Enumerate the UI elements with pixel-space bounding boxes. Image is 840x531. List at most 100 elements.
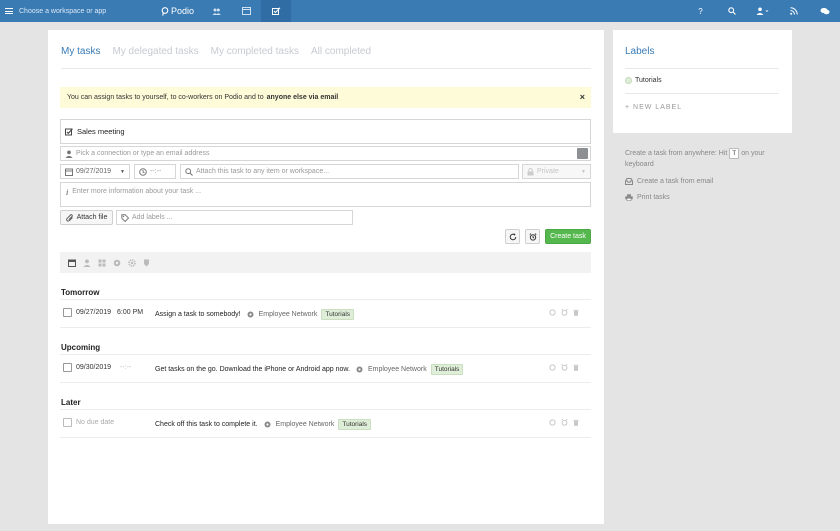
workspace-icon	[264, 421, 271, 428]
task-workspace-link[interactable]: Employee Network	[259, 311, 318, 318]
description-textarea[interactable]: i Enter more information about your task…	[60, 182, 591, 207]
task-workspace-link[interactable]: Employee Network	[276, 421, 335, 428]
refresh-icon[interactable]	[549, 364, 556, 371]
assignee-input[interactable]: Pick a connection or type an email addre…	[60, 146, 591, 161]
task-workspace-link[interactable]: Employee Network	[368, 366, 427, 373]
tasks-nav-button[interactable]	[261, 0, 292, 22]
section-heading-tomorrow: Tomorrow	[61, 288, 100, 297]
create-from-email-link[interactable]: Create a task from email	[625, 178, 713, 185]
workspace-icon	[247, 311, 254, 318]
tabs-divider	[61, 68, 591, 69]
label-color-dot	[625, 77, 632, 84]
address-book-icon[interactable]	[577, 148, 588, 159]
lock-icon	[527, 167, 534, 175]
filter-person-icon[interactable]	[83, 259, 91, 267]
print-tasks-label: Print tasks	[637, 194, 670, 201]
assign-notice: You can assign tasks to yourself, to co-…	[60, 87, 591, 108]
chat-icon	[820, 7, 829, 15]
refresh-icon	[509, 232, 516, 240]
tip-text-before: Create a task from anywhere: Hit	[625, 150, 728, 157]
due-date-input[interactable]: 09/27/2019 ▼	[60, 164, 130, 179]
search-button[interactable]	[716, 0, 747, 22]
filter-workspace-icon[interactable]	[113, 259, 121, 267]
workspace-switcher[interactable]: Choose a workspace or app	[0, 0, 154, 22]
filter-grid-icon[interactable]	[98, 259, 106, 267]
podio-logo-icon	[161, 6, 169, 16]
filter-label-icon[interactable]	[143, 259, 150, 267]
assignee-placeholder: Pick a connection or type an email addre…	[76, 150, 210, 157]
tab-my-delegated-tasks[interactable]: My delegated tasks	[112, 46, 198, 57]
tab-all-completed[interactable]: All completed	[311, 46, 371, 57]
notice-close-button[interactable]: ×	[580, 92, 585, 102]
filter-calendar-icon[interactable]	[68, 259, 76, 267]
checkbox-icon	[65, 127, 73, 135]
task-checkbox[interactable]	[63, 363, 72, 372]
alarm-icon[interactable]	[561, 419, 568, 426]
task-checkbox[interactable]	[63, 418, 72, 427]
tasks-panel: My tasks My delegated tasks My completed…	[48, 30, 604, 524]
task-title-link[interactable]: Assign a task to somebody!	[155, 311, 241, 318]
tab-my-completed-tasks[interactable]: My completed tasks	[211, 46, 299, 57]
people-icon	[212, 8, 221, 15]
labels-input[interactable]: Add labels ...	[116, 210, 353, 225]
task-label-tag[interactable]: Tutorials	[430, 364, 464, 375]
due-time-placeholder: --:--	[150, 168, 162, 175]
podio-logo[interactable]: Podio	[154, 0, 201, 22]
podio-logo-text: Podio	[171, 6, 195, 16]
create-task-button[interactable]: Create task	[545, 229, 591, 244]
task-date: No due date	[76, 419, 115, 426]
task-title-link[interactable]: Get tasks on the go. Download the iPhone…	[155, 366, 350, 373]
label-item-tutorials[interactable]: Tutorials	[625, 77, 662, 84]
task-date: 09/30/2019	[76, 364, 112, 371]
labels-panel: Labels Tutorials + NEW LABEL	[613, 30, 792, 133]
reference-input[interactable]: Attach this task to any item or workspac…	[180, 164, 519, 179]
task-title-value: Sales meeting	[77, 127, 125, 136]
task-title-input[interactable]: Sales meeting	[60, 119, 591, 144]
label-name: Tutorials	[635, 77, 662, 84]
repeat-button[interactable]	[505, 229, 520, 244]
help-icon: ?	[698, 6, 703, 16]
task-date: 09/27/2019	[76, 309, 112, 316]
refresh-icon[interactable]	[549, 419, 556, 426]
chat-button[interactable]	[809, 0, 840, 22]
contacts-nav-button[interactable]	[201, 0, 231, 22]
task-check-icon	[271, 7, 280, 15]
account-button[interactable]	[747, 0, 778, 22]
task-title-link[interactable]: Check off this task to complete it.	[155, 421, 258, 428]
help-button[interactable]: ?	[685, 0, 716, 22]
filter-gear-icon[interactable]	[128, 258, 136, 267]
task-filter-bar	[60, 252, 591, 273]
menu-icon[interactable]	[5, 8, 13, 14]
attach-file-button[interactable]: Attach file	[60, 210, 113, 225]
notice-email-link[interactable]: anyone else via email	[267, 94, 339, 101]
task-time: 6:00 PM	[117, 309, 144, 316]
new-label-button[interactable]: + NEW LABEL	[625, 104, 682, 111]
top-navigation-bar: Choose a workspace or app Podio ?	[0, 0, 840, 22]
chevron-down-icon: ▼	[581, 169, 586, 175]
labels-placeholder: Add labels ...	[132, 214, 173, 221]
trash-icon[interactable]	[573, 364, 579, 371]
private-label: Private	[537, 168, 559, 175]
labels-title: Labels	[625, 46, 655, 57]
info-icon: i	[66, 188, 69, 197]
task-label-tag[interactable]: Tutorials	[321, 309, 355, 320]
task-row: 09/27/2019 6:00 PM Assign a task to some…	[60, 299, 591, 328]
task-checkbox[interactable]	[63, 308, 72, 317]
activity-button[interactable]	[778, 0, 809, 22]
description-placeholder: Enter more information about your task .…	[72, 188, 202, 195]
print-tasks-link[interactable]: Print tasks	[625, 194, 670, 201]
rss-icon	[789, 7, 798, 15]
private-select[interactable]: Private ▼	[522, 164, 591, 179]
refresh-icon[interactable]	[549, 309, 556, 316]
reminder-button[interactable]	[525, 229, 540, 244]
trash-icon[interactable]	[573, 419, 579, 426]
task-label-tag[interactable]: Tutorials	[338, 419, 372, 430]
alarm-icon[interactable]	[561, 309, 568, 316]
calendar-nav-button[interactable]	[231, 0, 261, 22]
due-time-input[interactable]: --:--	[134, 164, 176, 179]
trash-icon[interactable]	[573, 309, 579, 316]
tab-my-tasks[interactable]: My tasks	[61, 46, 100, 57]
attach-file-label: Attach file	[76, 214, 108, 221]
clock-icon	[139, 167, 147, 176]
alarm-icon[interactable]	[561, 364, 568, 371]
